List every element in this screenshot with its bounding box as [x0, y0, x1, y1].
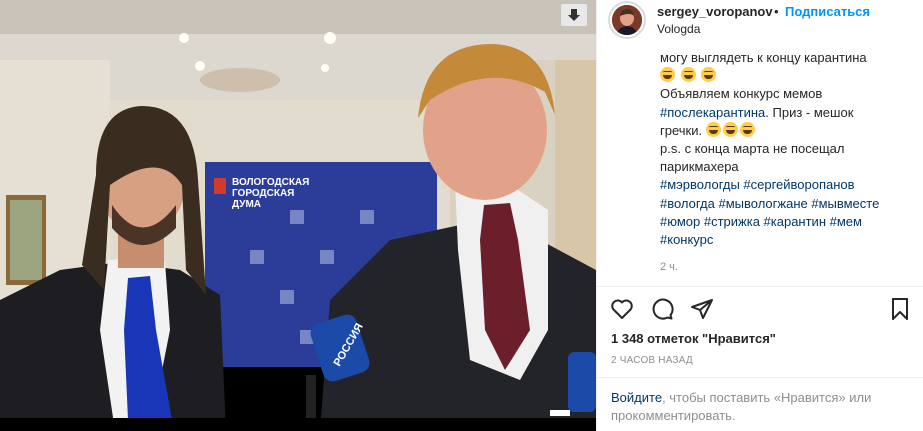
caption-text: гречки. [660, 122, 703, 138]
likes-count[interactable]: 1 348 отметок "Нравится" [611, 331, 776, 346]
post-caption: могу выглядеть к концу карантина Объявля… [660, 49, 918, 276]
username-link[interactable]: sergey_voropanov [657, 4, 773, 19]
caption-line: Объявляем конкурс мемов [660, 86, 823, 102]
post-photo[interactable]: ВОЛОГОДСКАЯ ГОРОДСКАЯ ДУМА РОССИЯ [0, 0, 596, 431]
divider [597, 377, 923, 378]
caption-text: . Приз - мешок [765, 104, 854, 120]
comment-button[interactable] [649, 296, 675, 322]
post-header: sergey_voropanov • Подписаться Vologda [597, 0, 923, 42]
banner-line-1: ВОЛОГОДСКАЯ [232, 177, 309, 188]
grinning-emoji-icon [705, 121, 721, 137]
action-bar [609, 296, 923, 324]
caption-line: p.s. с конца марта не посещал [660, 140, 845, 156]
bookmark-icon [892, 298, 908, 320]
comment-icon [652, 298, 674, 320]
avatar-image [610, 3, 644, 37]
grinning-emoji-icon [739, 121, 755, 137]
share-icon [691, 299, 713, 319]
laughing-emoji-icon [680, 67, 696, 83]
hashtag-line[interactable]: #юмор #стрижка #карантин #мем [660, 213, 918, 231]
location-link[interactable]: Vologda [657, 22, 700, 36]
login-link[interactable]: Войдите [611, 390, 662, 405]
separator-dot: • [774, 4, 779, 19]
caption-time: 2 ч. [660, 261, 678, 274]
avatar[interactable] [608, 1, 646, 39]
hashtag-line[interactable]: #конкурс [660, 231, 918, 249]
banner-line-2: ГОРОДСКАЯ [232, 188, 294, 199]
banner-line-3: ДУМА [232, 199, 261, 210]
hashtag-link[interactable]: #послекарантина [660, 105, 765, 120]
share-button[interactable] [689, 296, 715, 322]
caption-line: парикмахера [660, 159, 739, 175]
laughing-emoji-icon [660, 67, 675, 83]
photo-image: ВОЛОГОДСКАЯ ГОРОДСКАЯ ДУМА РОССИЯ [0, 0, 596, 431]
caption-line: #послекарантина. Приз - мешок [660, 104, 918, 122]
divider [597, 286, 923, 287]
like-button[interactable] [609, 296, 635, 322]
follow-button[interactable]: Подписаться [785, 4, 870, 19]
grinning-emoji-icon [722, 121, 738, 137]
hashtag-line[interactable]: #мэрвологды #сергейворопанов [660, 176, 918, 194]
save-button[interactable] [887, 296, 913, 322]
caption-line: могу выглядеть к концу карантина [660, 50, 867, 65]
hashtag-line[interactable]: #вологда #мывологжане #мывместе [660, 195, 918, 213]
heart-icon [611, 299, 633, 319]
caption-emoji-line [660, 67, 918, 85]
download-button[interactable] [561, 4, 587, 26]
caption-line: гречки. [660, 121, 918, 140]
post-sidebar: sergey_voropanov • Подписаться Vologda м… [596, 0, 923, 431]
login-prompt: Войдите, чтобы поставить «Нравится» или … [611, 389, 911, 425]
download-arrow-icon [568, 9, 580, 21]
laughing-emoji-icon [701, 67, 717, 83]
posted-time[interactable]: 2 ЧАСОВ НАЗАД [611, 355, 693, 366]
